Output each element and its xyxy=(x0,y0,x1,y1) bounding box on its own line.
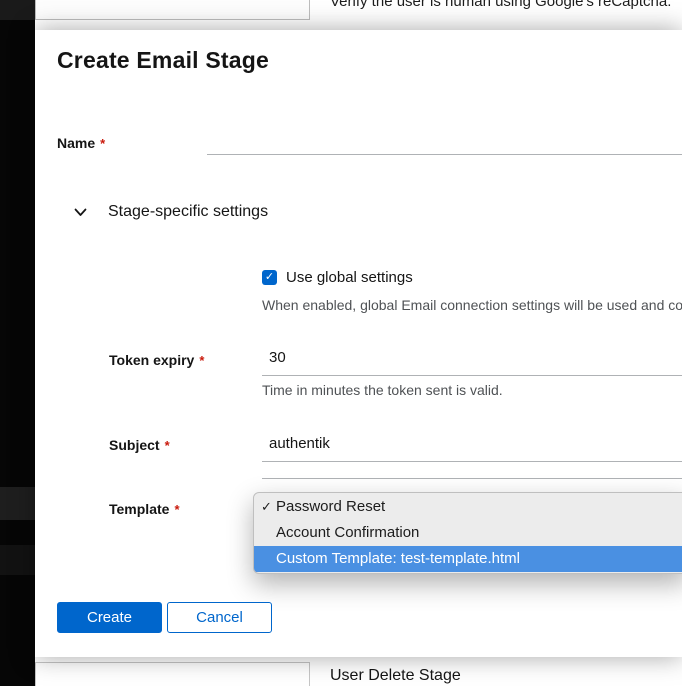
required-asterisk: * xyxy=(100,136,105,151)
subject-label: Subject* xyxy=(109,437,170,453)
modal-title: Create Email Stage xyxy=(57,47,269,74)
stage-specific-settings-toggle[interactable]: Stage-specific settings xyxy=(57,200,268,224)
use-global-settings-help: When enabled, global Email connection se… xyxy=(262,297,682,313)
dropdown-option-password-reset[interactable]: ✓ Password Reset xyxy=(254,494,682,520)
background-card xyxy=(35,662,310,686)
use-global-settings-checkbox[interactable]: ✓ xyxy=(262,270,277,285)
name-label: Name* xyxy=(57,135,105,151)
dropdown-option-account-confirmation[interactable]: Account Confirmation xyxy=(254,520,682,546)
required-asterisk: * xyxy=(165,438,170,453)
create-email-stage-modal: Create Email Stage Name* Stage-specific … xyxy=(35,30,682,657)
required-asterisk: * xyxy=(199,353,204,368)
token-expiry-input[interactable] xyxy=(262,340,682,376)
section-title: Stage-specific settings xyxy=(108,203,268,221)
left-sidebar xyxy=(0,0,35,686)
template-select[interactable] xyxy=(262,478,682,479)
template-label: Template* xyxy=(109,501,180,517)
template-dropdown: ✓ Password Reset Account Confirmation Cu… xyxy=(253,492,682,574)
create-button[interactable]: Create xyxy=(57,602,162,633)
background-row-user-delete-stage: User Delete Stage xyxy=(330,667,461,685)
required-asterisk: * xyxy=(174,502,179,517)
background-card xyxy=(35,0,310,20)
chevron-down-icon xyxy=(74,208,87,217)
sidebar-segment xyxy=(0,0,35,20)
background-help-text: Verify the user is human using Google's … xyxy=(330,0,671,10)
background-bottom-strip: User Delete Stage xyxy=(35,657,682,686)
sidebar-segment xyxy=(0,487,35,520)
background-top-strip: Verify the user is human using Google's … xyxy=(35,0,682,30)
token-expiry-help: Time in minutes the token sent is valid. xyxy=(262,382,503,398)
sidebar-segment xyxy=(0,545,35,575)
token-expiry-label: Token expiry* xyxy=(109,352,204,368)
use-global-settings-row: ✓ Use global settings xyxy=(262,269,413,286)
subject-input[interactable] xyxy=(262,426,682,462)
dropdown-option-custom-template[interactable]: Custom Template: test-template.html xyxy=(254,546,682,572)
cancel-button[interactable]: Cancel xyxy=(167,602,272,633)
name-input[interactable] xyxy=(207,119,682,155)
checkbox-check-icon: ✓ xyxy=(265,271,274,283)
checkmark-icon: ✓ xyxy=(261,494,272,520)
use-global-settings-label[interactable]: Use global settings xyxy=(286,269,413,286)
